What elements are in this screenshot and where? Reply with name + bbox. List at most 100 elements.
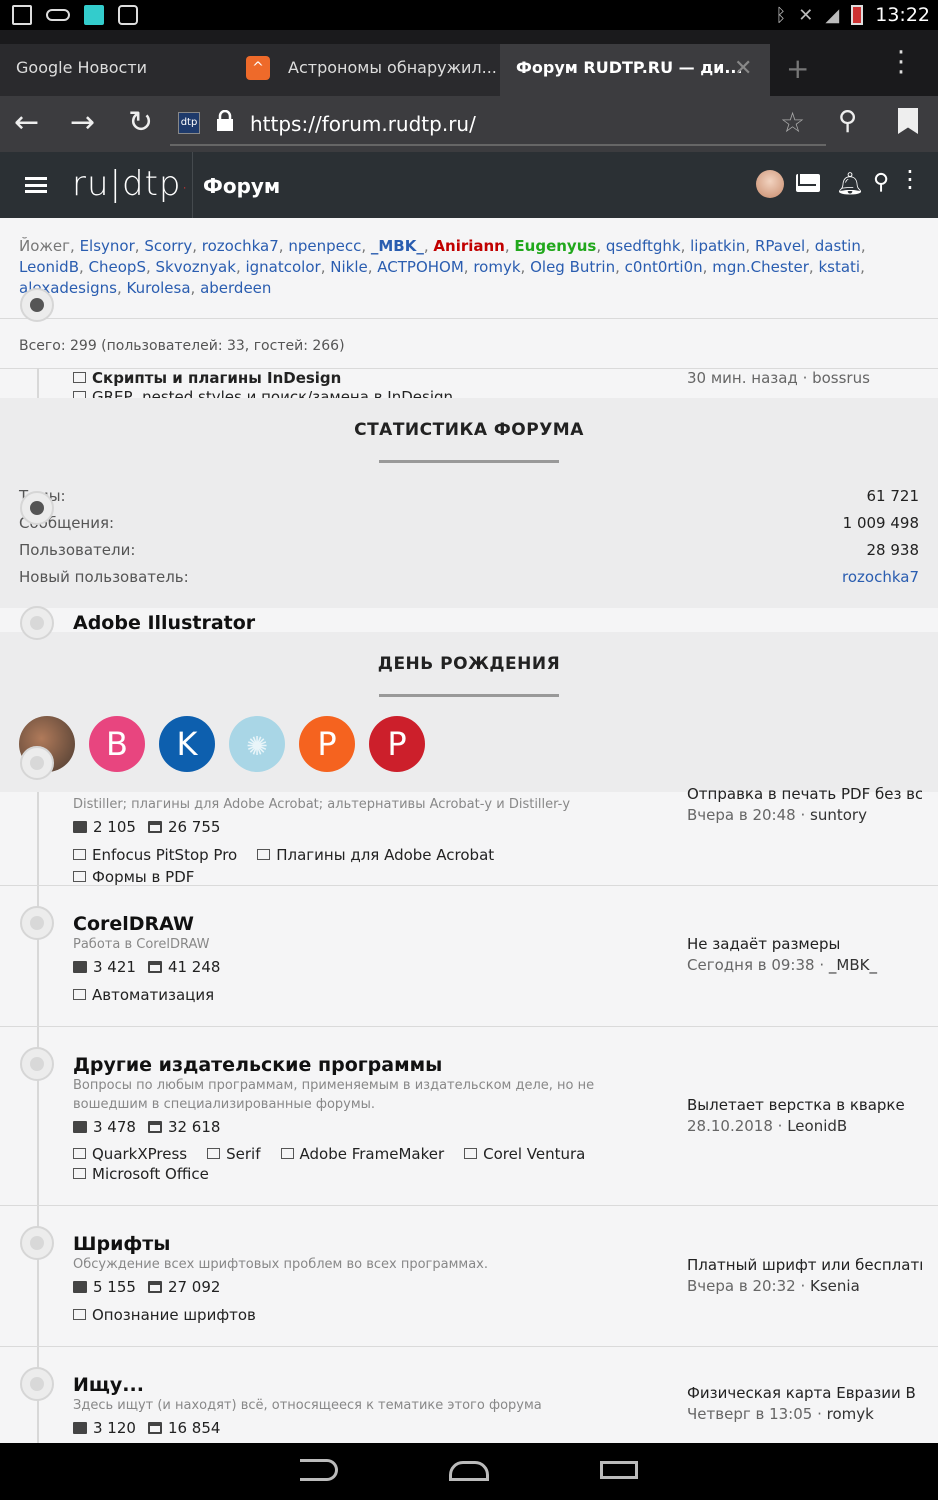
online-user-link[interactable]: Aniriann — [433, 237, 504, 255]
user-avatar[interactable] — [756, 170, 784, 198]
birthday-avatar[interactable]: K — [159, 716, 215, 772]
url-field[interactable]: dtp https://forum.rudtp.ru/ ☆ — [170, 104, 826, 146]
subforum-list: Enfocus PitStop Pro Плагины для Adobe Ac… — [73, 846, 633, 886]
online-user-link[interactable]: ignatcolor — [245, 258, 320, 276]
online-user-link[interactable]: Scorry — [144, 237, 192, 255]
search-icon[interactable]: ⚲ — [873, 170, 889, 195]
bell-icon[interactable]: 🔔︎ — [836, 172, 864, 197]
online-user-link[interactable]: romyk — [473, 258, 520, 276]
online-total: Всего: 299 (пользователей: 33, гостей: 2… — [19, 338, 345, 354]
birthday-avatar[interactable]: B — [89, 716, 145, 772]
last-post-title[interactable]: Не задаёт размеры — [687, 935, 922, 953]
last-post-user: _MBK_ — [828, 956, 877, 974]
online-user-link[interactable]: LeonidB — [19, 258, 79, 276]
online-user-link[interactable]: CheopS — [89, 258, 146, 276]
title-rule — [379, 460, 559, 463]
stat-value: 28 938 — [866, 541, 920, 559]
tab-forum-rudtp[interactable]: Форум RUDTP.RU — ди... — [500, 44, 770, 96]
header-divider — [192, 152, 193, 218]
mail-icon[interactable] — [796, 174, 820, 192]
bookmarks-icon[interactable] — [898, 108, 918, 134]
online-user-link[interactable]: lipatkin — [690, 237, 745, 255]
online-user-link[interactable]: ACTPOHOM — [377, 258, 464, 276]
online-user-link[interactable]: Skvoznyak — [156, 258, 236, 276]
browser-menu-icon[interactable]: · · · — [896, 40, 906, 86]
online-user-link[interactable]: qsedftghk — [606, 237, 681, 255]
clock: 13:22 — [875, 4, 930, 26]
last-post-meta: Четверг в 13:05 · romyk — [687, 1405, 874, 1423]
subforum-link[interactable]: Adobe FrameMaker — [280, 1145, 444, 1163]
tab-google-news[interactable]: Google Новости — [0, 44, 228, 96]
subforum-link[interactable]: Плагины для Adobe Acrobat — [257, 846, 494, 864]
forum-status-icon — [20, 1226, 54, 1260]
online-user-link[interactable]: aberdeen — [200, 279, 271, 297]
birthday-avatar[interactable]: P — [299, 716, 355, 772]
subforum-icon — [73, 849, 86, 860]
forum-title-search[interactable]: Ищу... — [73, 1374, 144, 1396]
forward-arrow-icon[interactable]: → — [70, 106, 95, 140]
stat-label: Новый пользователь: — [19, 568, 189, 586]
birthday-avatar[interactable]: ✺ — [229, 716, 285, 772]
online-user-link[interactable]: npenpecc — [288, 237, 361, 255]
last-post-title[interactable]: Платный шрифт или бесплатн... — [687, 1256, 922, 1274]
subforum-link[interactable]: QuarkXPress — [73, 1145, 187, 1163]
reload-icon[interactable]: ↻ — [128, 106, 153, 140]
last-post-title[interactable]: Физическая карта Евразии В ... — [687, 1384, 922, 1402]
subforum-link[interactable]: Serif — [207, 1145, 261, 1163]
mute-icon: ✕ — [798, 4, 814, 26]
stat-value: 1 009 498 — [842, 514, 919, 532]
birthday-avatar[interactable]: P — [369, 716, 425, 772]
subforum-icon — [73, 989, 86, 1000]
last-post-title[interactable]: Вылетает верстка в кварке — [687, 1096, 922, 1114]
subforum-link[interactable]: Автоматизация — [73, 986, 214, 1004]
subforum-link[interactable]: Corel Ventura — [464, 1145, 585, 1163]
online-user-link[interactable]: dastin — [815, 237, 861, 255]
subforum-icon — [464, 1148, 478, 1159]
forum-title-fonts[interactable]: Шрифты — [73, 1233, 170, 1255]
search-icon[interactable]: ⚲ — [838, 106, 857, 136]
online-user-link[interactable]: RPavel — [755, 237, 805, 255]
subforum-link[interactable]: Формы в PDF — [73, 868, 194, 886]
close-tab-icon[interactable]: ✕ — [734, 56, 752, 81]
birthday-panel: ДЕНЬ РОЖДЕНИЯ — [0, 632, 938, 792]
online-user-link[interactable]: Oleg Butrin — [530, 258, 615, 276]
home-nav-icon[interactable] — [449, 1461, 489, 1481]
subforum-icon — [207, 1148, 221, 1159]
online-user-link[interactable]: mgn.Chester — [712, 258, 809, 276]
subforum-link[interactable]: Опознание шрифтов — [73, 1306, 256, 1324]
online-user-link[interactable]: rozochka7 — [202, 237, 279, 255]
forum-description: Здесь ищут (и находят) всё, относящееся … — [73, 1398, 542, 1413]
posts-icon — [147, 1281, 162, 1293]
subforum-icon — [73, 871, 86, 882]
new-tab-button[interactable]: + — [786, 52, 809, 85]
recents-nav-icon[interactable] — [600, 1461, 638, 1479]
forum-title-other-programs[interactable]: Другие издательские программы — [73, 1054, 442, 1076]
forum-title-coreldraw[interactable]: CorelDRAW — [73, 913, 194, 935]
online-user-link[interactable]: c0nt0rti0n — [625, 258, 703, 276]
more-vert-icon[interactable]: · · · — [906, 160, 914, 200]
online-user-link[interactable]: Eugenyus — [514, 237, 596, 255]
online-user-link[interactable]: kstati — [818, 258, 860, 276]
posts-icon — [147, 1121, 162, 1133]
online-user-link[interactable]: Elsynor — [80, 237, 135, 255]
subforum-link[interactable]: Enfocus PitStop Pro — [73, 846, 237, 864]
online-user-link[interactable]: Kurolesa — [127, 279, 191, 297]
last-post-meta: Сегодня в 09:38 · _MBK_ — [687, 956, 877, 974]
back-nav-icon[interactable] — [300, 1459, 338, 1481]
online-user-link[interactable]: _MBK_ — [371, 237, 424, 255]
threads-icon — [73, 1422, 87, 1434]
last-post-user: LeonidB — [787, 1117, 848, 1135]
last-post-title[interactable]: Отправка в печать PDF без вс... — [687, 785, 922, 803]
forum-content: Йожег, Elsynor, Scorry, rozochka7, npenp… — [0, 218, 938, 1443]
forum-title-illustrator[interactable]: Adobe Illustrator — [73, 612, 255, 634]
page-title[interactable]: Форум — [203, 174, 280, 198]
newest-user-link[interactable]: rozochka7 — [842, 568, 919, 586]
star-icon[interactable]: ☆ — [780, 106, 805, 139]
site-logo[interactable]: ru|dtp· — [72, 164, 189, 204]
online-user-link[interactable]: Nikle — [330, 258, 367, 276]
scroll-marker — [20, 288, 54, 322]
menu-icon[interactable] — [25, 177, 47, 193]
back-arrow-icon[interactable]: ← — [14, 106, 39, 140]
subforum-link[interactable]: Microsoft Office — [73, 1165, 209, 1183]
subforum-link[interactable]: Скрипты и плагины InDesign — [73, 369, 341, 387]
